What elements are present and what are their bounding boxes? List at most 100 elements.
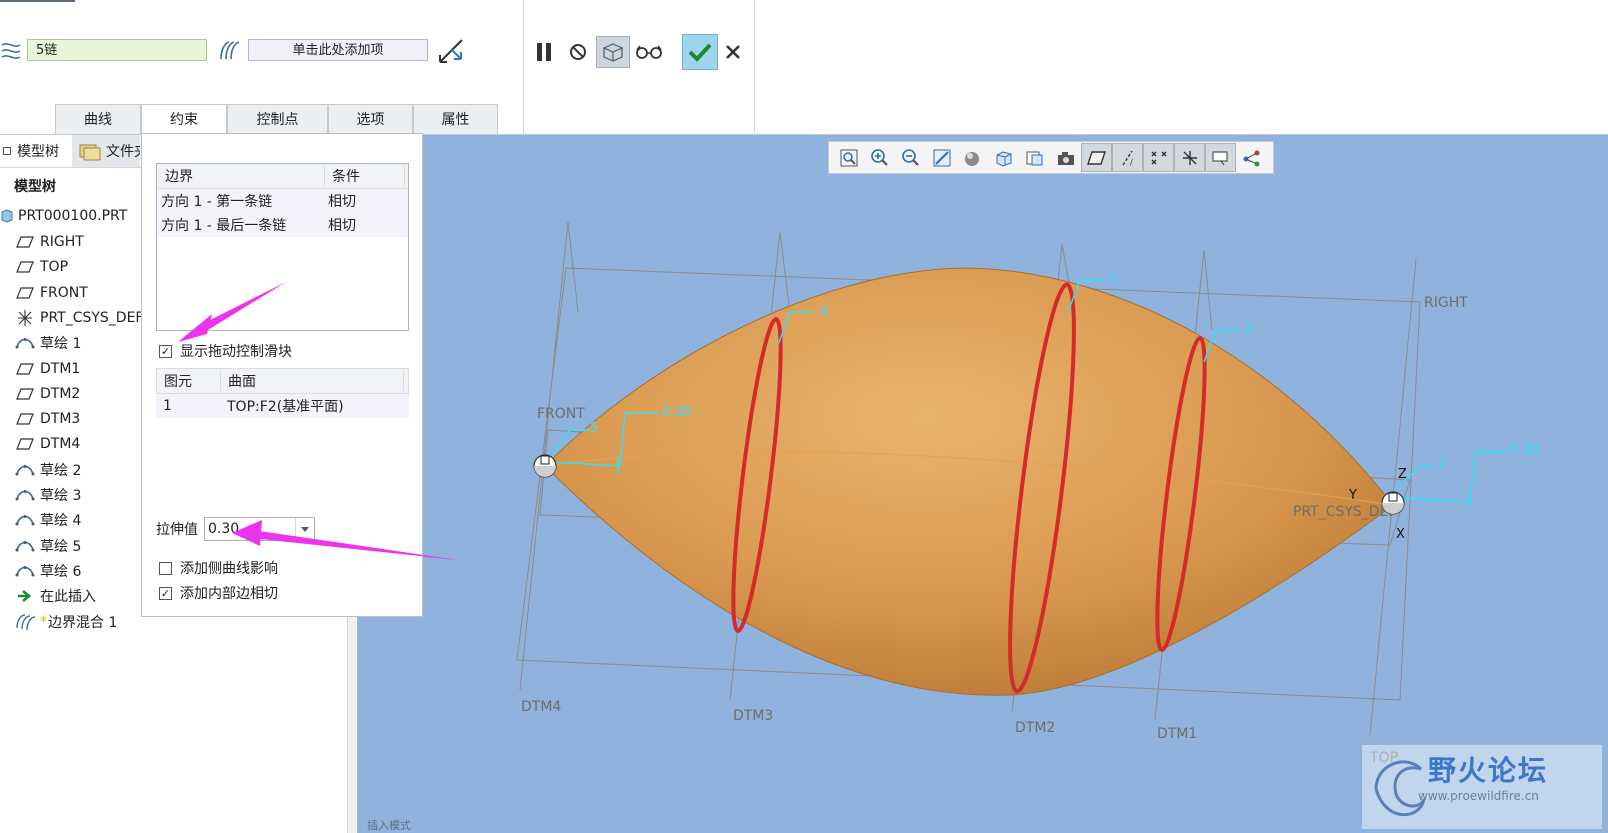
view-toolbar: / (828, 141, 1274, 174)
sketch-icon (14, 512, 36, 528)
condition-cell[interactable]: 相切 (325, 215, 405, 235)
tab-options[interactable]: 选项 (328, 104, 413, 135)
axis-label-z: Z (1398, 467, 1407, 482)
end-handle-right[interactable] (1381, 491, 1405, 515)
first-direction-chain-field[interactable]: 5链 (27, 39, 207, 61)
column-header-condition: 条件 (325, 166, 405, 186)
csys-display-icon[interactable] (1174, 143, 1205, 172)
add-inner-edge-option[interactable]: ✓ 添加内部边相切 (159, 583, 278, 603)
show-drag-handles-option[interactable]: ✓ 显示拖动控制滑块 (159, 341, 292, 361)
datum-plane-icon (14, 286, 36, 300)
watermark-url: www.proewildfire.cn (1418, 789, 1539, 803)
end-handle-left[interactable] (533, 454, 557, 478)
zoom-out-icon[interactable] (895, 143, 926, 172)
tab-control-points[interactable]: 控制点 (227, 104, 328, 135)
close-icon (726, 45, 740, 59)
repaint-icon[interactable] (926, 143, 957, 172)
verify-mode-glasses-icon[interactable] (634, 40, 664, 64)
annotation-display-icon[interactable] (1205, 143, 1236, 172)
chevron-down-icon[interactable] (295, 518, 314, 540)
tree-item-label: 草绘 1 (40, 336, 82, 353)
tab-model-tree[interactable]: 模型树 (0, 135, 72, 167)
folder-icon (79, 144, 101, 161)
tree-root-label: PRT000100.PRT (18, 208, 128, 224)
entity-cell: 1 (163, 398, 172, 414)
boundary-blend-surface (544, 267, 1394, 696)
tab-constraints[interactable]: 约束 (141, 104, 227, 136)
zoom-in-icon[interactable] (864, 143, 895, 172)
stretch-value-combobox[interactable]: 0.30 (204, 517, 315, 541)
model-graphics: 4 3 2 5 0.30 1 0.30 RIGHT FRONT TOP PRT_… (357, 221, 1539, 832)
callout-1: 1 (1438, 457, 1446, 472)
boundary-cell: 方向 1 - 最后一条链 (161, 218, 287, 234)
sketch-icon (14, 538, 36, 554)
point-display-icon[interactable] (1143, 143, 1174, 172)
column-header-boundary: 边界 (157, 166, 325, 186)
forum-watermark: 野火论坛 www.proewildfire.cn (1362, 745, 1602, 829)
show-drag-handles-checkbox[interactable]: ✓ (159, 344, 172, 358)
ribbon-separator (523, 0, 524, 133)
add-inner-edge-checkbox[interactable]: ✓ (159, 586, 172, 600)
tree-item-label: TOP (40, 259, 69, 276)
callout-2: 2 (1244, 323, 1252, 338)
no-preview-icon[interactable] (567, 40, 589, 64)
confirm-button[interactable] (682, 34, 718, 70)
axis-label-y: Y (1348, 488, 1357, 503)
stretch-value-input[interactable]: 0.30 (205, 518, 295, 540)
model-tree-header: 模型树 (14, 179, 56, 195)
sketch-icon (14, 487, 36, 503)
surface-cell[interactable]: TOP:F2(基准平面) (220, 396, 403, 416)
refit-icon[interactable] (833, 143, 864, 172)
table-row[interactable]: 1 TOP:F2(基准平面) (156, 394, 409, 418)
tree-item-label: 边界混合 1 (48, 614, 118, 631)
second-direction-surface-icon[interactable] (216, 38, 244, 64)
spin-center-icon[interactable] (1236, 143, 1267, 172)
table-header: 图元 曲面 (156, 368, 409, 394)
geometry-preview-icon[interactable] (596, 36, 630, 68)
stretch-value-label: 拉伸值 (156, 522, 198, 538)
chain-surface-icon[interactable] (0, 38, 22, 64)
saved-orientations-icon[interactable] (988, 143, 1019, 172)
tree-item-label: 草绘 4 (40, 513, 82, 530)
datum-plane-icon (14, 437, 36, 451)
add-side-curve-label: 添加侧曲线影响 (180, 561, 278, 577)
ribbon-top-accent (0, 0, 75, 2)
graphics-viewport[interactable]: 4 3 2 5 0.30 1 0.30 RIGHT FRONT TOP PRT_… (357, 135, 1608, 833)
tab-properties[interactable]: 属性 (413, 104, 498, 135)
view-manager-icon[interactable] (1019, 143, 1050, 172)
table-row[interactable]: 方向 1 - 第一条链 相切 (157, 189, 408, 213)
ribbon-separator (754, 0, 755, 133)
checkmark-icon (688, 43, 712, 62)
add-side-curve-checkbox[interactable] (159, 561, 172, 575)
sketch-icon (14, 335, 36, 351)
ribbon: 5链 单击此处添加项 曲线 约束 控制点 选项 属性 (0, 0, 1608, 136)
sketch-icon (14, 563, 36, 579)
datum-label-front: FRONT (537, 406, 585, 422)
model-tree-icon (3, 147, 11, 155)
csys-label: PRT_CSYS_DEF (1293, 504, 1396, 520)
datum-label-dtm2: DTM2 (1015, 720, 1055, 736)
second-direction-chain-field[interactable]: 单击此处添加项 (248, 39, 428, 61)
column-header-entity: 图元 (157, 371, 221, 391)
add-side-curve-option[interactable]: 添加侧曲线影响 (159, 558, 278, 578)
perspective-camera-icon[interactable] (1050, 143, 1081, 172)
cancel-button[interactable] (722, 40, 744, 64)
table-row[interactable]: 方向 1 - 最后一条链 相切 (157, 213, 408, 237)
datum-plane-icon (14, 235, 36, 249)
tree-item-label: DTM4 (40, 436, 81, 453)
tab-curves[interactable]: 曲线 (55, 104, 141, 135)
tab-folder-browser[interactable]: 文件夹 (72, 135, 140, 167)
add-inner-edge-label: 添加内部边相切 (180, 586, 278, 602)
part-icon (0, 209, 14, 223)
datum-label-dtm4: DTM4 (521, 699, 561, 715)
plane-display-icon[interactable] (1081, 143, 1112, 172)
tree-item-label: 草绘 6 (40, 563, 82, 580)
column-header-surface: 曲面 (221, 371, 404, 391)
tree-item-label: PRT_CSYS_DEF (40, 309, 144, 326)
display-style-icon[interactable] (957, 143, 988, 172)
condition-cell[interactable]: 相切 (325, 191, 405, 211)
axis-display-icon[interactable]: / (1112, 143, 1143, 172)
pause-icon[interactable] (533, 40, 555, 64)
tree-item-label: DTM2 (40, 385, 81, 402)
approximate-blend-icon[interactable] (437, 37, 465, 65)
